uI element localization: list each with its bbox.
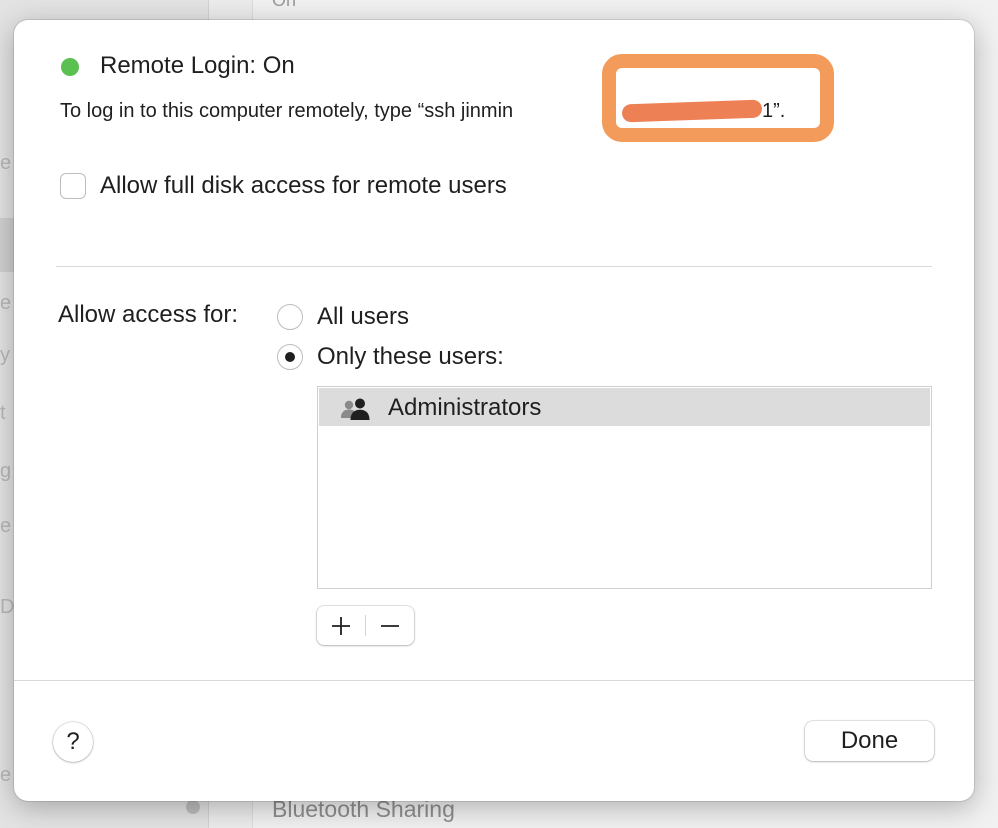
background-sidebar-fragment: e (0, 292, 12, 314)
done-button[interactable]: Done (805, 721, 934, 761)
background-sidebar-fragment: e (0, 515, 12, 537)
all-users-radio[interactable] (277, 304, 303, 330)
section-divider (56, 266, 932, 267)
background-sidebar-fragment: e (0, 764, 12, 786)
only-these-users-label[interactable]: Only these users: (317, 343, 504, 371)
add-user-button[interactable] (317, 606, 365, 645)
background-status-dot (186, 800, 200, 814)
status-indicator-icon (61, 58, 79, 76)
allow-access-label: Allow access for: (58, 301, 239, 328)
add-remove-control (317, 606, 414, 645)
minus-icon (381, 624, 399, 627)
remove-user-button[interactable] (366, 606, 414, 645)
background-sidebar-selection (0, 218, 14, 272)
background-top-row-value: On (272, 0, 297, 10)
list-item[interactable]: Administrators (319, 388, 930, 426)
background-sidebar-fragment: g (0, 460, 12, 482)
ssh-instructions: To log in to this computer remotely, typ… (60, 100, 514, 122)
background-sidebar-fragment: D (0, 596, 14, 618)
group-icon (341, 398, 370, 420)
redaction-box (602, 54, 834, 142)
background-sidebar-fragment: e (0, 152, 12, 174)
background-sidebar-fragment: y (0, 344, 10, 366)
help-button[interactable]: ? (53, 722, 93, 762)
only-these-users-radio[interactable] (277, 344, 303, 370)
plus-icon (332, 616, 350, 635)
footer-divider (14, 680, 974, 681)
full-disk-access-label[interactable]: Allow full disk access for remote users (100, 172, 507, 200)
full-disk-access-checkbox[interactable] (60, 173, 86, 199)
background-sidebar-fragment: t (0, 402, 6, 424)
allowed-users-list[interactable]: Administrators (317, 386, 932, 589)
radio-selected-dot (285, 352, 295, 362)
remote-login-sheet: Remote Login: On To log in to this compu… (14, 20, 974, 801)
all-users-label[interactable]: All users (317, 303, 409, 331)
user-name: Administrators (388, 394, 542, 421)
ssh-instructions-tail: 1”. (762, 100, 786, 122)
service-title: Remote Login: On (100, 52, 295, 79)
